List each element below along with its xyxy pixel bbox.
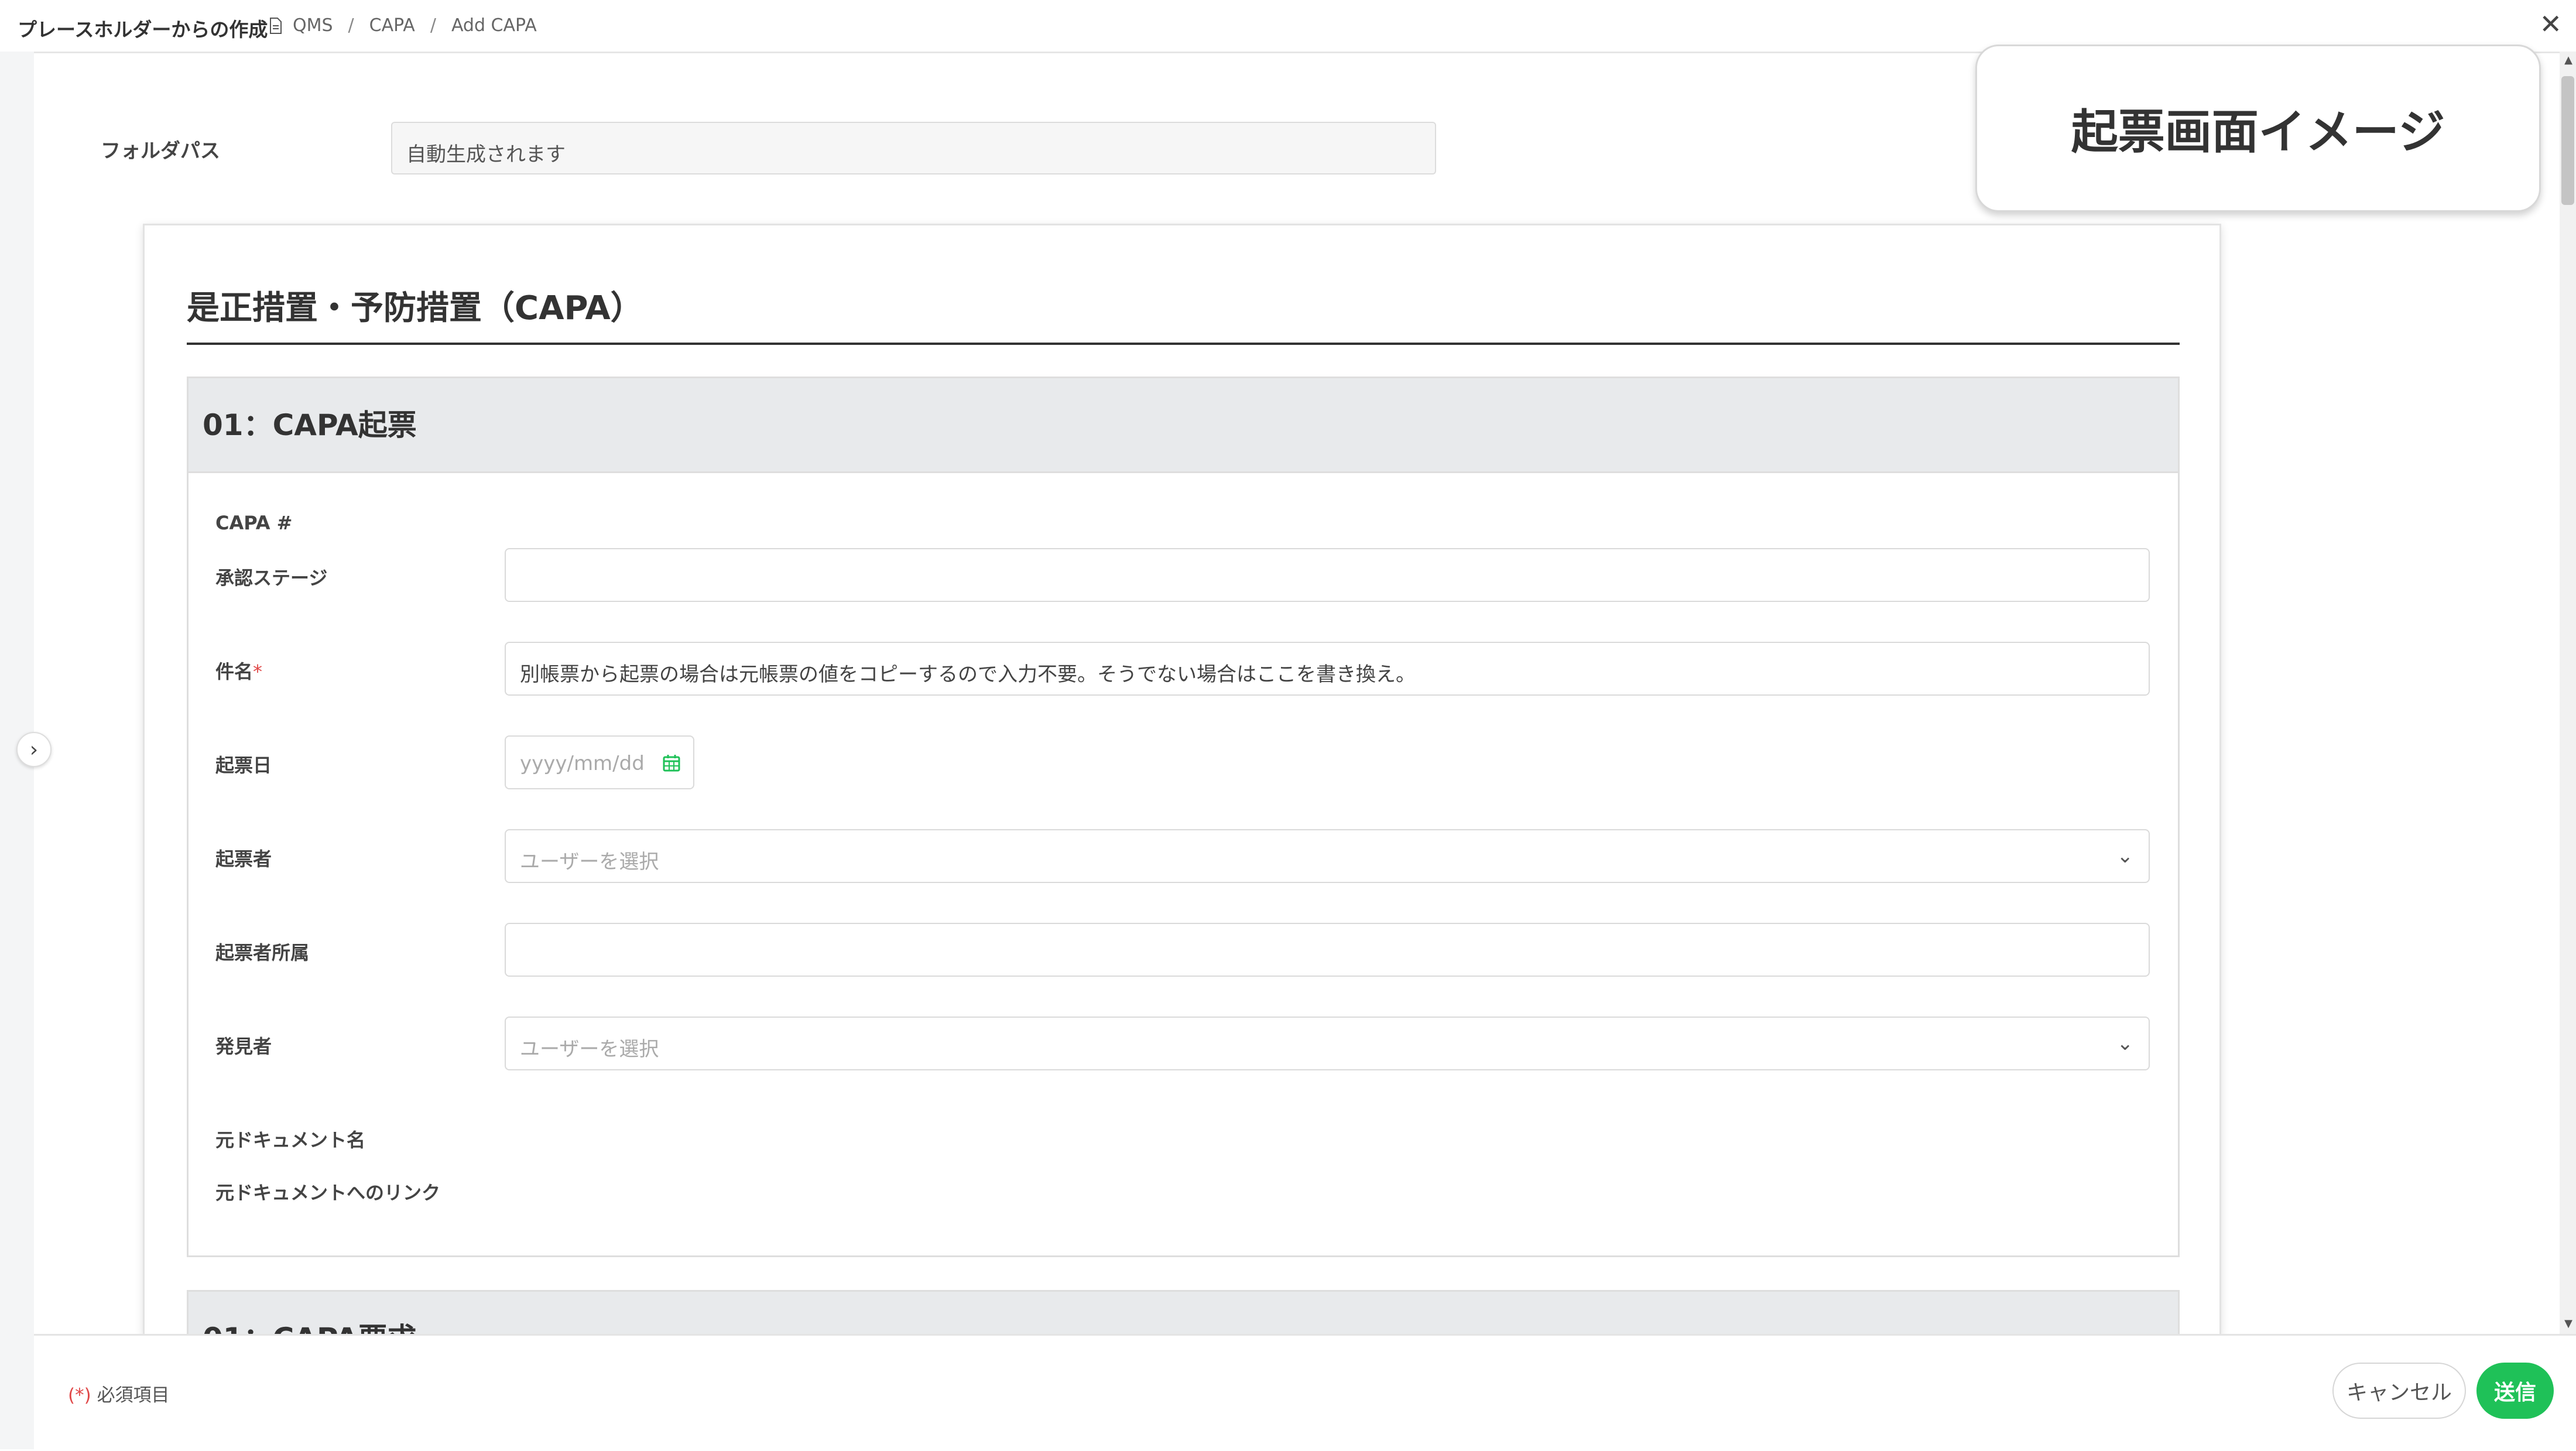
section-header: 01：CAPA要求 [189,1292,2178,1334]
issuer-label: 起票者 [215,848,272,870]
sidebar-expand-button[interactable]: › [16,732,52,767]
calendar-icon[interactable] [663,754,680,772]
scroll-down-icon[interactable]: ▼ [2564,1317,2572,1330]
section-capa-request: 01：CAPA要求 [187,1290,2180,1334]
form-title: 是正措置・予防措置（CAPA） [187,289,643,327]
section-header: 01：CAPA起票 [189,378,2178,473]
source-doc-link-label: 元ドキュメントへのリンク [215,1182,441,1204]
subject-label-text: 件名 [215,661,254,683]
section-capa-issue: 01：CAPA起票 CAPA # 承認ステージ 件名* 別帳票から起票の場合は元… [187,377,2180,1257]
scroll-up-icon[interactable]: ▲ [2564,54,2572,66]
required-mark: * [253,661,263,683]
breadcrumb-item-qms[interactable]: QMS [293,15,333,36]
required-note-text: 必須項目 [97,1385,170,1406]
discoverer-label: 発見者 [215,1035,272,1058]
issuer-placeholder: ユーザーを選択 [520,850,659,874]
subject-input[interactable]: 別帳票から起票の場合は元帳票の値をコピーするので入力不要。そうでない場合はここを… [505,642,2150,696]
discoverer-select[interactable]: ユーザーを選択 ⌄ [505,1017,2150,1070]
breadcrumb-separator: / [430,15,436,36]
close-icon[interactable]: ✕ [2539,8,2562,40]
required-note: (*) 必須項目 [68,1380,170,1406]
breadcrumb-item-capa[interactable]: CAPA [369,15,415,36]
folder-path-label: フォルダパス [101,139,220,163]
capa-number-label: CAPA # [215,512,293,534]
folder-path-field: 自動生成されます [391,122,1436,174]
issuer-dept-field[interactable] [505,923,2150,977]
chevron-down-icon: ⌄ [2116,1032,2134,1055]
required-star: (*) [68,1385,91,1406]
issuer-select[interactable]: ユーザーを選択 ⌄ [505,829,2150,883]
issuer-dept-label: 起票者所属 [215,942,310,964]
submit-button[interactable]: 送信 [2476,1363,2554,1419]
document-icon [270,17,282,34]
approval-stage-field[interactable] [505,548,2150,602]
chevron-down-icon: ⌄ [2116,844,2134,868]
breadcrumb-item-add-capa: Add CAPA [451,15,537,36]
app-title: プレースホルダーからの作成 [18,18,268,41]
footer-bar: (*) 必須項目 キャンセル 送信 [34,1334,2576,1451]
subject-label: 件名* [215,657,262,684]
image-callout: 起票画面イメージ [1975,45,2541,212]
approval-stage-label: 承認ステージ [215,567,328,589]
cancel-button[interactable]: キャンセル [2332,1363,2466,1419]
issue-date-label: 起票日 [215,754,272,776]
issue-date-input[interactable]: yyyy/mm/dd [505,735,694,789]
breadcrumb-separator: / [348,15,354,36]
breadcrumb: QMS / CAPA / Add CAPA [269,15,537,36]
discoverer-placeholder: ユーザーを選択 [520,1038,659,1061]
date-placeholder: yyyy/mm/dd [520,752,645,775]
source-doc-name-label: 元ドキュメント名 [215,1129,366,1151]
form-card: 是正措置・予防措置（CAPA） 01：CAPA起票 CAPA # 承認ステージ … [143,224,2221,1336]
scrollbar[interactable] [2560,52,2576,1334]
scrollbar-thumb[interactable] [2561,76,2574,205]
chevron-right-icon: › [29,737,39,762]
title-divider [187,343,2180,345]
